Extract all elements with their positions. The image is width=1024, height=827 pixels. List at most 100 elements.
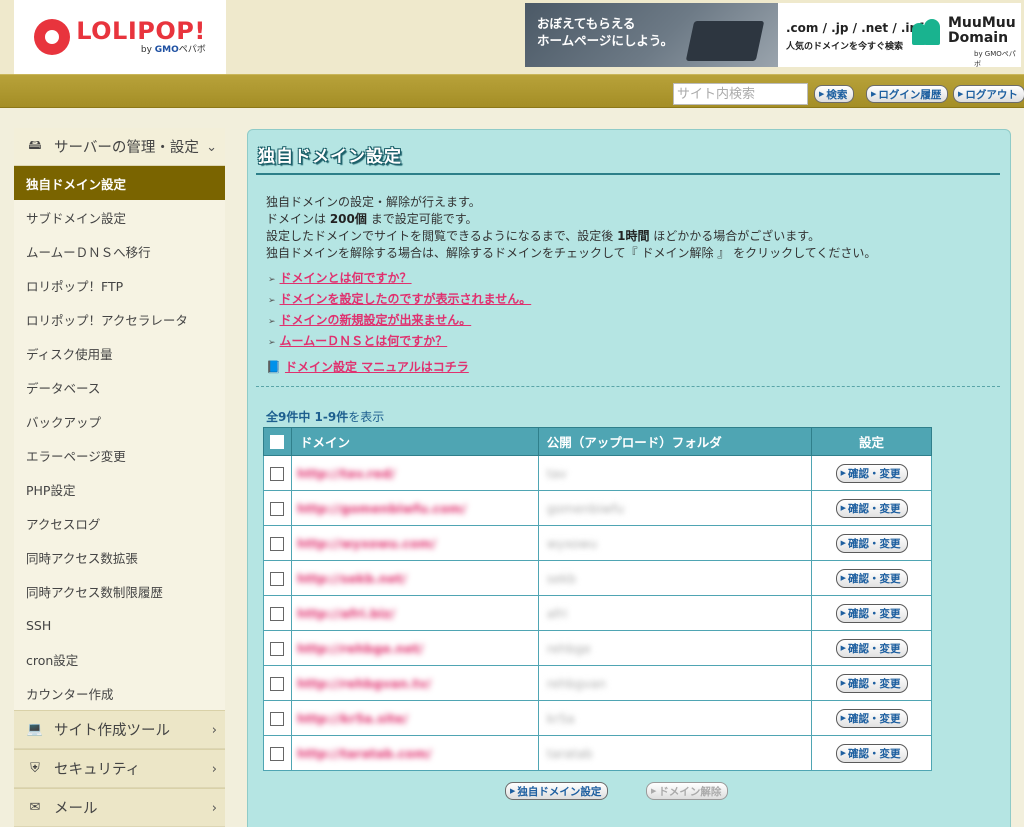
domain-cell: http://afri.biz/ (290, 595, 539, 631)
domain-link[interactable]: http://wyxowu.com/ (297, 536, 436, 551)
sidebar-item-counter[interactable]: カウンター作成 (14, 676, 225, 710)
row-check-cell (263, 735, 292, 771)
confirm-change-button[interactable]: ▶ 確認・変更 (835, 743, 908, 763)
confirm-change-button[interactable]: ▶ 確認・変更 (835, 638, 908, 658)
row-checkbox[interactable] (270, 711, 285, 726)
domain-link[interactable]: http://gomenbiwfu.com/ (297, 501, 466, 516)
domain-cell: http://gomenbiwfu.com/ (290, 490, 539, 526)
muumuu-banner[interactable]: おぼえてもらえる ホームページにしよう。 .com / .jp / .net /… (525, 3, 1021, 68)
triangle-right-icon: ▶ (958, 90, 964, 98)
domain-link[interactable]: http://rehbge.net/ (297, 641, 424, 656)
triangle-right-icon: ▶ (819, 90, 825, 98)
sidebar-section-server[interactable]: 🖴 サーバーの管理・設定 ⌄ (14, 128, 225, 166)
row-checkbox[interactable] (270, 606, 285, 621)
folder-cell: rehbge (537, 630, 813, 666)
folder-name: kr5a (546, 710, 575, 726)
banner-domains: .com / .jp / .net / .info (786, 21, 932, 35)
lolipop-logo-icon (34, 19, 71, 55)
server-icon: 🖴 (28, 137, 42, 153)
title-divider (256, 173, 1000, 175)
row-checkbox[interactable] (270, 466, 285, 481)
sidebar-item-access-expand[interactable]: 同時アクセス数拡張 (14, 540, 225, 574)
domain-link[interactable]: http://rehbgvan.tv/ (297, 676, 431, 691)
add-domain-button[interactable]: ▶ 独自ドメイン設定 (505, 782, 609, 800)
header: LOLIPOP! by GMOペパボ おぼえてもらえる ホームページにしよう。 … (0, 0, 1024, 74)
sidebar-section-mail[interactable]: ✉ メール › (14, 788, 225, 827)
sidebar-item-error-page[interactable]: エラーページ変更 (14, 438, 225, 472)
confirm-change-button[interactable]: ▶ 確認・変更 (835, 708, 908, 728)
site-search-input[interactable] (673, 83, 808, 105)
folder-name: rehbgvan (546, 675, 607, 691)
faq-link-what-is-domain[interactable]: ➢ ドメインとは何ですか？ (268, 269, 412, 286)
release-domain-button[interactable]: ▶ ドメイン解除 (646, 782, 729, 800)
confirm-change-button[interactable]: ▶ 確認・変更 (835, 603, 908, 623)
row-checkbox[interactable] (270, 501, 285, 516)
settings-cell: ▶ 確認・変更 (811, 665, 932, 701)
domain-table: ドメイン 公開（アップロード）フォルダ 設定 http://tav.red/ta… (263, 427, 932, 771)
domain-link[interactable]: http://sekb.net/ (297, 571, 407, 586)
row-check-cell (263, 525, 292, 561)
faq-link-muumuu-dns[interactable]: ➢ ムームーＤＮＳとは何ですか？ (268, 332, 447, 349)
row-check-cell (263, 560, 292, 596)
banner-tagline: 人気のドメインを今すぐ検索 (786, 42, 904, 52)
confirm-change-button[interactable]: ▶ 確認・変更 (835, 498, 908, 518)
domain-cell: http://wyxowu.com/ (290, 525, 539, 561)
sidebar-item-backup[interactable]: バックアップ (14, 404, 225, 438)
faq-link-not-displayed[interactable]: ➢ ドメインを設定したのですが表示されません。 (268, 290, 531, 307)
folder-name: wyxowu (546, 535, 598, 551)
triangle-right-icon: ▶ (871, 90, 877, 98)
triangle-right-icon: ▶ (840, 574, 846, 583)
sidebar-item-access-log[interactable]: アクセスログ (14, 506, 225, 540)
sidebar-item-custom-domain[interactable]: 独自ドメイン設定 (14, 166, 225, 200)
sidebar-item-subdomain[interactable]: サブドメイン設定 (14, 200, 225, 234)
domain-cell: http://sekb.net/ (290, 560, 539, 596)
folder-name: sekb (546, 570, 577, 586)
header-domain: ドメイン (290, 427, 539, 456)
confirm-change-button[interactable]: ▶ 確認・変更 (835, 568, 908, 588)
folder-cell: wyxowu (537, 525, 813, 561)
confirm-change-button[interactable]: ▶ 確認・変更 (835, 533, 908, 553)
triangle-right-icon: ▶ (651, 787, 657, 795)
mail-icon: ✉ (29, 800, 41, 815)
domain-link[interactable]: http://afri.biz/ (297, 606, 395, 621)
logo-text: LOLIPOP! (76, 17, 206, 45)
login-history-button[interactable]: ▶ ログイン履歴 (866, 85, 949, 103)
select-all-checkbox[interactable] (270, 435, 285, 450)
muumuu-sub: by GMOペパボ (974, 50, 1016, 68)
logout-button[interactable]: ▶ ログアウト (953, 85, 1024, 103)
manual-link[interactable]: 📘 ドメイン設定 マニュアルはコチラ (266, 358, 469, 375)
folder-name: tav (546, 465, 567, 481)
folder-name: afri (546, 605, 568, 621)
sidebar-item-accelerator[interactable]: ロリポップ！アクセラレータ (14, 302, 225, 336)
row-check-cell (263, 455, 292, 491)
row-check-cell (263, 665, 292, 701)
faq-link-cannot-set[interactable]: ➢ ドメインの新規設定が出来ません。 (268, 311, 471, 328)
sidebar-item-ssh[interactable]: SSH (14, 608, 225, 642)
domain-link[interactable]: http://kr5a.site/ (297, 711, 408, 726)
folder-cell: kr5a (537, 700, 813, 736)
row-checkbox[interactable] (270, 571, 285, 586)
confirm-change-button[interactable]: ▶ 確認・変更 (835, 673, 908, 693)
confirm-change-button[interactable]: ▶ 確認・変更 (835, 463, 908, 483)
sidebar-item-muumuu-dns[interactable]: ムームーＤＮＳへ移行 (14, 234, 225, 268)
table-row: http://afri.biz/afri ▶ 確認・変更 (263, 595, 932, 631)
settings-cell: ▶ 確認・変更 (811, 700, 932, 736)
row-checkbox[interactable] (270, 536, 285, 551)
shield-icon: ⛨ (30, 761, 40, 776)
sidebar-section-site-tools[interactable]: 💻 サイト作成ツール › (14, 710, 225, 749)
triangle-right-icon: ▶ (840, 469, 846, 478)
sidebar-item-access-limit-history[interactable]: 同時アクセス数制限履歴 (14, 574, 225, 608)
sidebar-item-php[interactable]: PHP設定 (14, 472, 225, 506)
domain-link[interactable]: http://tav.red/ (297, 466, 395, 481)
sidebar-item-database[interactable]: データベース (14, 370, 225, 404)
row-checkbox[interactable] (270, 676, 285, 691)
search-button[interactable]: ▶ 検索 (814, 85, 855, 103)
row-checkbox[interactable] (270, 746, 285, 761)
sidebar-item-cron[interactable]: cron設定 (14, 642, 225, 676)
sidebar-section-security[interactable]: ⛨ セキュリティ › (14, 749, 225, 788)
lolipop-logo[interactable]: LOLIPOP! by GMOペパボ (14, 0, 226, 74)
sidebar-item-ftp[interactable]: ロリポップ！FTP (14, 268, 225, 302)
sidebar-item-disk-usage[interactable]: ディスク使用量 (14, 336, 225, 370)
row-checkbox[interactable] (270, 641, 285, 656)
domain-link[interactable]: http://taratab.com/ (297, 746, 432, 761)
